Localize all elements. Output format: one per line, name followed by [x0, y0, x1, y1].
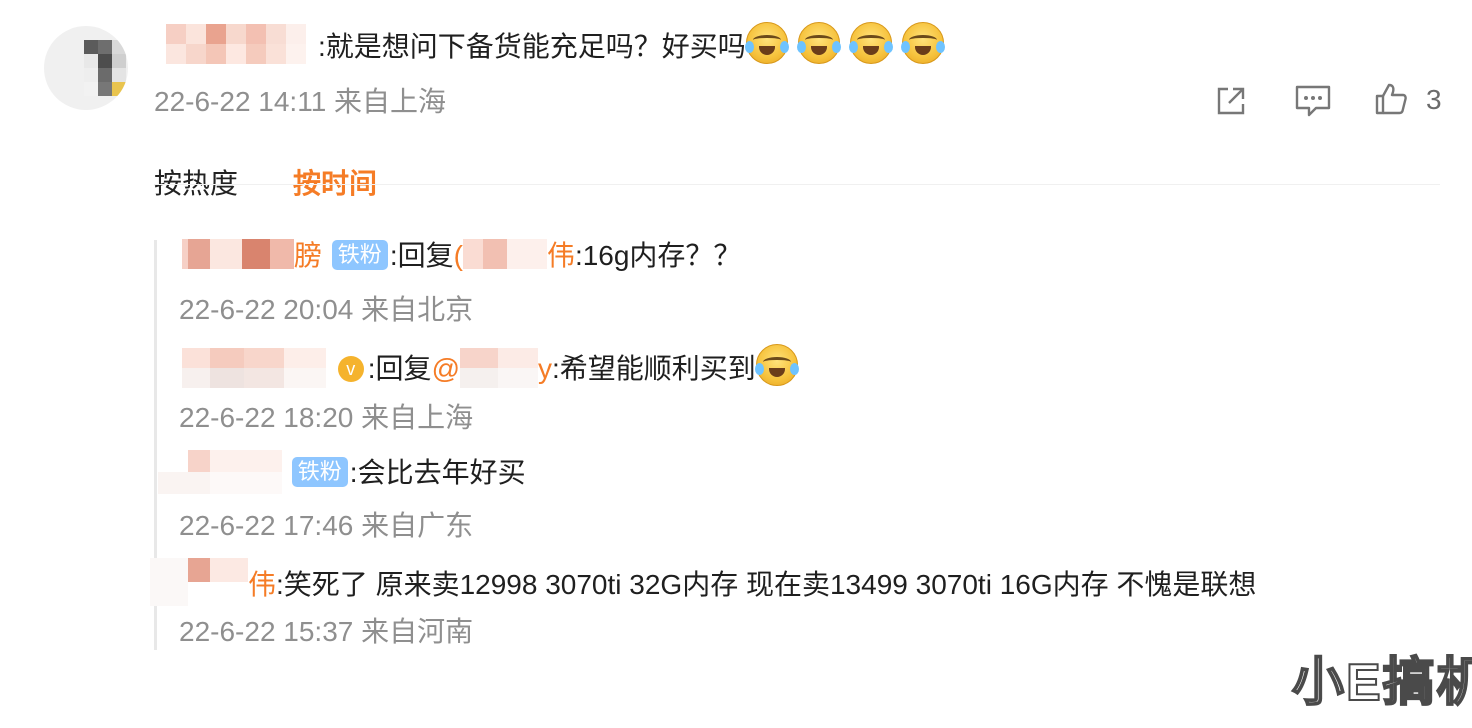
avatar[interactable] — [44, 26, 128, 110]
laugh-cry-emoji-icon — [754, 344, 799, 386]
reply-author-name[interactable] — [182, 348, 326, 388]
like-count: 3 — [1426, 84, 1442, 115]
main-comment-meta: 22-6-22 14:11 来自上海 — [154, 86, 447, 117]
watermark: 小E搞机 — [1291, 653, 1472, 713]
reply-item: 膀 铁粉:回复( 伟:16g内存？？ — [182, 236, 741, 276]
main-comment-body: :就是想问下备货能充足吗？好买吗 — [318, 31, 746, 62]
reply-meta: 22-6-22 18:20 来自上海 — [179, 402, 474, 433]
laugh-cry-emoji-icon — [796, 22, 841, 64]
main-comment-text: :就是想问下备货能充足吗？好买吗 — [318, 22, 954, 69]
reply-text: :笑死了 原来卖12998 3070ti 32G内存 现在卖13499 3070… — [276, 569, 1257, 600]
main-commenter-name[interactable] — [166, 24, 308, 64]
reply-author-name-tail[interactable]: 膀 — [294, 240, 322, 271]
reply-target-tail[interactable]: y — [538, 353, 552, 384]
reply-meta: 22-6-22 15:37 来自河南 — [179, 616, 474, 647]
reply-author-name[interactable] — [158, 450, 282, 494]
iron-fan-badge: 铁粉 — [291, 457, 348, 487]
reply-target-open[interactable]: ( — [454, 240, 463, 271]
iron-fan-badge: 铁粉 — [331, 240, 388, 270]
reply-text: :16g内存？？ — [574, 240, 742, 271]
laugh-cry-emoji-icon — [744, 22, 789, 64]
reply-item: 铁粉:会比去年好买 — [158, 450, 526, 494]
reply-meta: 22-6-22 20:04 来自北京 — [179, 294, 474, 325]
divider — [154, 184, 1440, 185]
reply-meta: 22-6-22 17:46 来自广东 — [179, 510, 474, 541]
reply-item: 伟:笑死了 原来卖12998 3070ti 32G内存 现在卖13499 307… — [150, 558, 1256, 606]
reply-author-name[interactable] — [182, 239, 294, 269]
laugh-cry-emoji-icon — [848, 22, 893, 64]
reply-text: :希望能顺利买到 — [552, 353, 756, 384]
share-icon[interactable] — [1214, 84, 1248, 118]
laugh-cry-emoji-icon — [900, 22, 945, 64]
reply-text: :会比去年好买 — [349, 457, 526, 488]
reply-target-tail[interactable]: 伟 — [547, 240, 575, 271]
verified-badge-icon: v — [337, 356, 364, 382]
like-icon[interactable] — [1374, 82, 1408, 116]
reply-prefix: :回复 — [389, 240, 454, 271]
reply-item: v:回复@ y:希望能顺利买到 — [182, 344, 808, 389]
comment-icon[interactable] — [1294, 84, 1332, 118]
reply-author-name-tail[interactable]: 伟 — [248, 569, 276, 600]
reply-target-name[interactable] — [462, 239, 547, 269]
reply-target-name[interactable] — [460, 348, 538, 388]
reply-author-name[interactable] — [150, 558, 248, 606]
reply-prefix: :回复 — [367, 353, 432, 384]
reply-target-at[interactable]: @ — [432, 353, 460, 384]
